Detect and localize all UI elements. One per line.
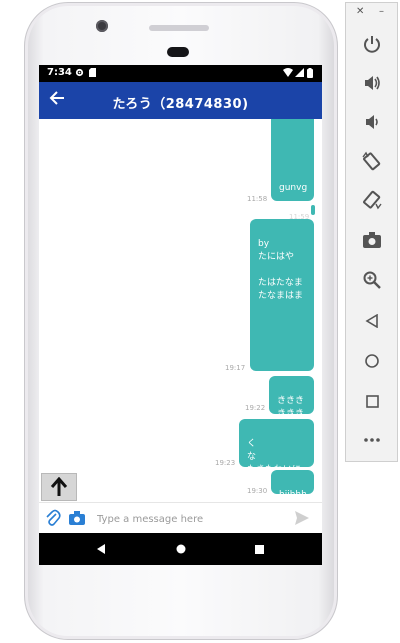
- minimize-icon[interactable]: –: [379, 6, 384, 17]
- close-icon[interactable]: ✕: [356, 6, 364, 17]
- navigation-bar: [39, 533, 322, 565]
- message-bubble[interactable]: by たにはや たはたなま たなまはま: [250, 219, 314, 371]
- arrow-up-icon: [50, 477, 68, 496]
- nav-overview-icon[interactable]: [247, 533, 271, 565]
- toolbar-title-bar: ✕ –: [346, 6, 399, 20]
- message-text: く な たきたわいに: [247, 439, 301, 467]
- overview-icon[interactable]: [357, 386, 387, 416]
- settings-notification-icon: [75, 68, 84, 80]
- phone-screen: 7:34 たろう（28474830) gunvg 11:58 11:59 by …: [39, 65, 322, 565]
- message-time: 19:30: [247, 487, 268, 495]
- battery-icon: [307, 68, 313, 81]
- message-bubble[interactable]: hjjhhh: [271, 470, 314, 500]
- emulator-toolbar: ✕ –: [345, 2, 398, 462]
- more-icon[interactable]: [357, 425, 387, 455]
- send-icon[interactable]: [295, 510, 309, 529]
- chat-title: たろう（28474830): [112, 97, 249, 112]
- signal-icon: [295, 68, 304, 80]
- nav-back-icon[interactable]: [89, 533, 113, 565]
- message-time: 11:58: [247, 195, 268, 203]
- rotate-right-icon[interactable]: [357, 185, 387, 215]
- scroll-to-top-button[interactable]: [41, 473, 77, 501]
- screenshot-camera-icon[interactable]: [357, 225, 387, 255]
- message-bubble[interactable]: く な たきたわいに: [239, 419, 314, 467]
- status-bar: 7:34: [39, 65, 322, 82]
- message-text: by たにはや たはたなま たなまはま: [258, 239, 304, 301]
- status-time: 7:34: [47, 67, 72, 78]
- message-text: gunvg: [279, 183, 308, 193]
- message-input[interactable]: [95, 509, 289, 529]
- message-text: hjjhhh: [279, 490, 307, 500]
- volume-up-icon[interactable]: [357, 68, 387, 98]
- nav-home-icon[interactable]: [169, 533, 193, 565]
- phone-frame: 7:34 たろう（28474830) gunvg 11:58 11:59 by …: [24, 2, 338, 640]
- home-icon[interactable]: [357, 346, 387, 376]
- earpiece-speaker: [149, 25, 209, 31]
- front-camera: [96, 20, 108, 32]
- power-icon[interactable]: [357, 29, 387, 59]
- message-text: ききき ききき: [277, 396, 305, 414]
- message-composer: [39, 502, 322, 533]
- wifi-icon: [283, 68, 293, 80]
- message-time: 19:23: [215, 459, 236, 467]
- back-icon[interactable]: [357, 306, 387, 336]
- message-list[interactable]: gunvg 11:58 11:59 by たにはや たはたなま たなまはま 19…: [39, 119, 322, 501]
- sd-card-icon: [89, 68, 96, 80]
- message-time: 19:22: [245, 404, 266, 412]
- message-time: 19:17: [225, 364, 246, 372]
- proximity-sensor: [167, 47, 189, 57]
- message-bubble[interactable]: [311, 205, 315, 215]
- message-bubble[interactable]: ききき ききき: [269, 376, 314, 414]
- volume-down-icon[interactable]: [357, 107, 387, 137]
- rotate-left-icon[interactable]: [357, 146, 387, 176]
- attachment-icon[interactable]: [45, 509, 61, 531]
- app-bar: たろう（28474830): [39, 82, 322, 119]
- message-bubble[interactable]: gunvg: [271, 119, 314, 201]
- camera-icon[interactable]: [69, 510, 85, 529]
- zoom-icon[interactable]: [357, 265, 387, 295]
